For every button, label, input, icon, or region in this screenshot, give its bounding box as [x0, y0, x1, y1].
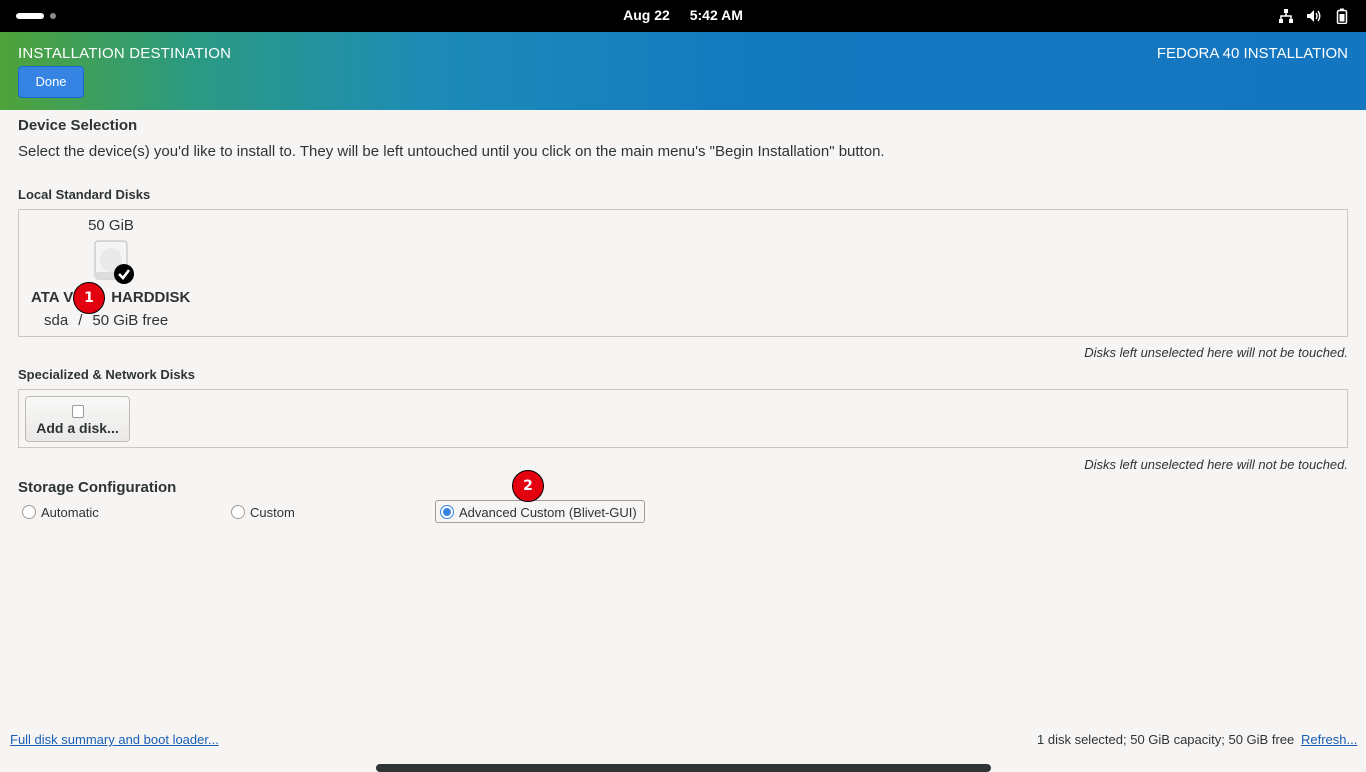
volume-icon [1307, 10, 1321, 22]
disk-free: 50 GiB free [92, 312, 169, 329]
top-bar: Aug 22 5:42 AM [0, 0, 1366, 32]
network-disks-heading: Specialized & Network Disks [18, 367, 196, 382]
radio-label: Custom [250, 504, 295, 520]
radio-label: Advanced Custom (Blivet-GUI) [459, 504, 637, 520]
disk-details: sda / 50 GiB free [44, 312, 168, 329]
spoke-header: INSTALLATION DESTINATION FEDORA 40 INSTA… [0, 32, 1366, 110]
disk-sda[interactable]: 50 GiB ATA V HARDDISK sda / 50 GiB free [28, 214, 198, 332]
disk-status-summary: 1 disk selected; 50 GiB capacity; 50 GiB… [1037, 732, 1295, 747]
local-disks-heading: Local Standard Disks [18, 187, 151, 202]
disk-icon [72, 405, 84, 418]
system-tray[interactable] [1278, 8, 1350, 24]
disk-size: 50 GiB [88, 217, 134, 234]
network-disks-hint: Disks left unselected here will not be t… [1084, 457, 1348, 472]
disk-name-prefix: ATA V [31, 289, 74, 306]
local-disks-panel [18, 209, 1348, 337]
disk-device: sda [44, 312, 69, 329]
radio-automatic[interactable]: Automatic [22, 504, 99, 520]
hard-disk-icon [94, 240, 134, 284]
disk-separator: / [78, 312, 83, 329]
disk-name-suffix: HARDDISK [111, 289, 191, 306]
dock-edge [376, 764, 991, 772]
done-button[interactable]: Done [18, 66, 84, 98]
network-disks-panel [18, 389, 1348, 448]
clock-date: Aug 22 [623, 7, 670, 23]
add-disk-button[interactable]: Add a disk... [25, 396, 130, 442]
radio-indicator [231, 505, 245, 519]
network-icon [1279, 9, 1293, 23]
product-title: FEDORA 40 INSTALLATION [1156, 45, 1348, 62]
add-disk-label: Add a disk... [36, 420, 119, 436]
device-selection-description: Select the device(s) you'd like to insta… [18, 143, 885, 160]
storage-config-heading: Storage Configuration [18, 479, 177, 496]
disk-name: ATA V HARDDISK [31, 289, 190, 306]
page-title: INSTALLATION DESTINATION [18, 45, 232, 62]
radio-label: Automatic [41, 504, 99, 520]
device-selection-heading: Device Selection [18, 117, 138, 134]
annotation-marker: 2 [512, 470, 544, 502]
annotation-marker: 1 [73, 282, 105, 314]
local-disks-hint: Disks left unselected here will not be t… [1084, 345, 1348, 360]
clock[interactable]: Aug 22 5:42 AM [0, 7, 1366, 23]
radio-indicator [440, 505, 454, 519]
full-disk-summary-link[interactable]: Full disk summary and boot loader... [10, 732, 219, 747]
battery-icon [1336, 8, 1348, 24]
clock-time: 5:42 AM [689, 7, 743, 23]
radio-advanced-custom[interactable]: Advanced Custom (Blivet-GUI) [440, 504, 637, 520]
radio-indicator [22, 505, 36, 519]
radio-custom[interactable]: Custom [231, 504, 295, 520]
refresh-link[interactable]: Refresh... [1301, 732, 1357, 747]
